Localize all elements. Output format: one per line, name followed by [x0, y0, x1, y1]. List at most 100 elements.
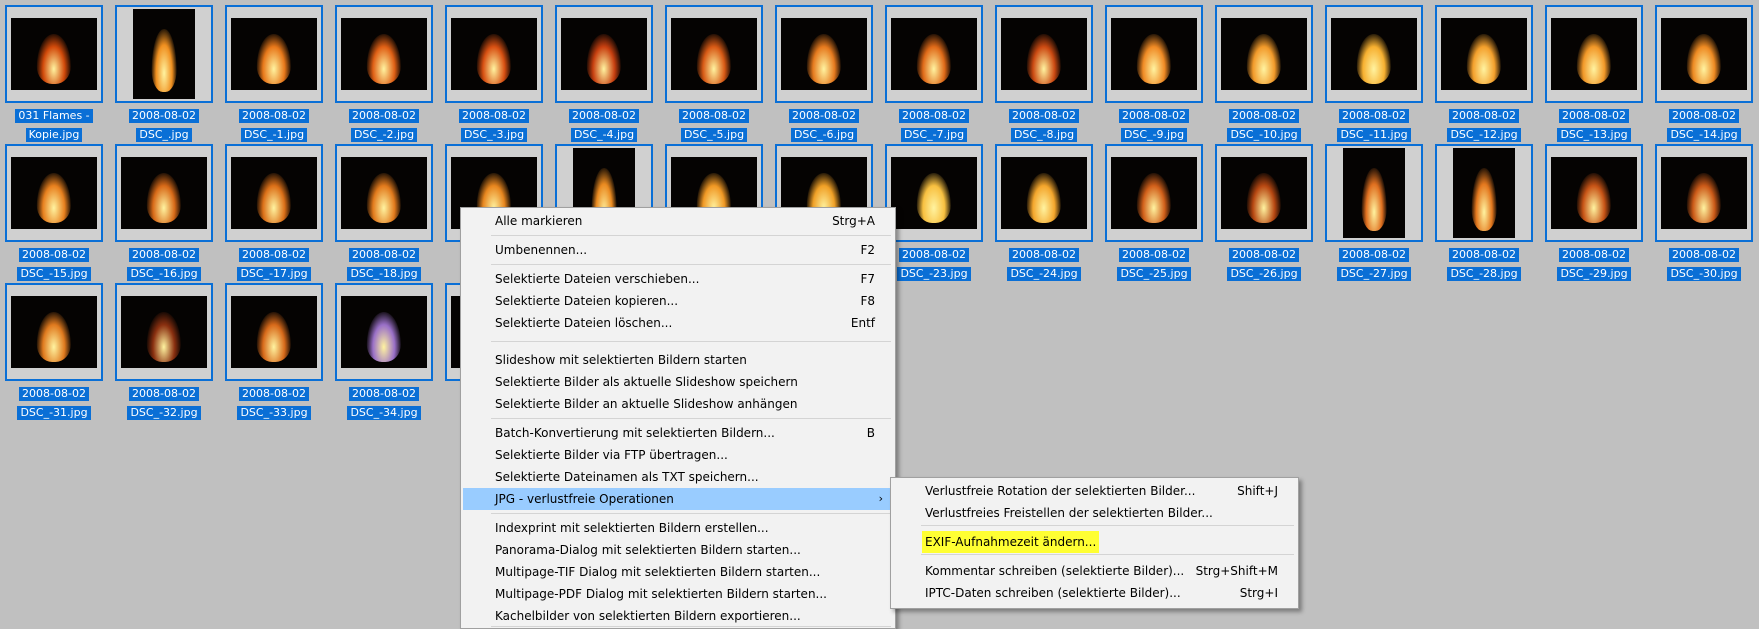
thumbnail-caption: 2008-08-02 DSC_-5.jpg — [663, 104, 765, 142]
menu-item[interactable]: Indexprint mit selektierten Bildern erst… — [463, 517, 893, 539]
thumbnail-caption: 2008-08-02 DSC_-29.jpg — [1543, 243, 1645, 281]
thumbnail[interactable]: 2008-08-02 DSC_-5.jpg — [663, 3, 773, 142]
thumbnail-caption: 2008-08-02 DSC_-25.jpg — [1103, 243, 1205, 281]
menu-item[interactable]: Selektierte Dateien verschieben... F7 — [463, 268, 893, 290]
flame-shape — [256, 33, 292, 85]
thumbnail-caption: 2008-08-02 DSC_-15.jpg — [3, 243, 105, 281]
thumbnail[interactable]: 2008-08-02 DSC_-6.jpg — [773, 3, 883, 142]
flame-shape — [916, 33, 952, 85]
submenu-item-label: Kommentar schreiben (selektierte Bilder)… — [925, 564, 1185, 578]
thumbnail[interactable]: 2008-08-02 DSC_-8.jpg — [993, 3, 1103, 142]
flame-shape — [1686, 172, 1722, 224]
caption-line2: DSC_-11.jpg — [1337, 128, 1411, 142]
caption-line2: DSC_-5.jpg — [680, 128, 748, 142]
menu-item[interactable]: Batch-Konvertierung mit selektierten Bil… — [463, 422, 893, 444]
thumbnail[interactable]: 2008-08-02 DSC_-17.jpg — [223, 142, 333, 281]
thumbnail[interactable]: 2008-08-02 DSC_-11.jpg — [1323, 3, 1433, 142]
menu-item[interactable]: Multipage-PDF Dialog mit selektierten Bi… — [463, 583, 893, 605]
menu-item[interactable]: Selektierte Dateien kopieren... F8 — [463, 290, 893, 312]
menu-item[interactable]: Selektierte Bilder an aktuelle Slideshow… — [463, 393, 893, 415]
thumbnail[interactable]: 2008-08-02 DSC_-25.jpg — [1103, 142, 1213, 281]
thumbnail[interactable]: 2008-08-02 DSC_-7.jpg — [883, 3, 993, 142]
thumbnail[interactable]: 2008-08-02 DSC_-28.jpg — [1433, 142, 1543, 281]
flame-photo — [1661, 18, 1747, 90]
thumbnail[interactable]: 2008-08-02 DSC_-27.jpg — [1323, 142, 1433, 281]
thumbnail[interactable]: 2008-08-02 DSC_-1.jpg — [223, 3, 333, 142]
menu-item-label: Panorama-Dialog mit selektierten Bildern… — [495, 543, 801, 557]
thumbnail[interactable]: 2008-08-02 DSC_-4.jpg — [553, 3, 663, 142]
thumbnail-caption: 2008-08-02 DSC_-3.jpg — [443, 104, 545, 142]
thumbnail[interactable]: 2008-08-02 DSC_-12.jpg — [1433, 3, 1543, 142]
submenu-item[interactable]: Verlustfreies Freistellen der selektiert… — [893, 502, 1296, 524]
thumbnail[interactable]: 2008-08-02 DSC_-34.jpg — [333, 281, 443, 420]
flame-shape — [1356, 33, 1392, 85]
thumbnail[interactable]: 2008-08-02 DSC_-26.jpg — [1213, 142, 1323, 281]
thumbnail[interactable]: 2008-08-02 DSC_-33.jpg — [223, 281, 333, 420]
menu-item[interactable]: Selektierte Dateinamen als TXT speichern… — [463, 466, 893, 488]
flame-shape — [1026, 172, 1062, 224]
thumbnail[interactable]: 031 Flames - Kopie.jpg — [3, 3, 113, 142]
menu-item[interactable]: Kachelbilder von selektierten Bildern ex… — [463, 605, 893, 627]
menu-item[interactable]: Selektierte Bilder als aktuelle Slidesho… — [463, 371, 893, 393]
menu-item[interactable]: JPG - verlustfreie Operationen › — [463, 488, 893, 510]
thumbnail-frame — [5, 5, 103, 103]
menu-item-label: Batch-Konvertierung mit selektierten Bil… — [495, 426, 775, 440]
thumbnail-caption: 2008-08-02 DSC_-18.jpg — [333, 243, 435, 281]
thumbnail[interactable]: 2008-08-02 DSC_-10.jpg — [1213, 3, 1323, 142]
menu-item[interactable]: Umbenennen... F2 — [463, 239, 893, 261]
thumbnail-frame — [775, 5, 873, 103]
flame-shape — [1686, 33, 1722, 85]
flame-shape — [916, 172, 952, 224]
submenu-item[interactable]: Verlustfreie Rotation der selektierten B… — [893, 480, 1296, 502]
submenu-item[interactable]: EXIF-Aufnahmezeit ändern... — [893, 531, 1296, 553]
caption-line1: 2008-08-02 — [1669, 109, 1739, 123]
thumbnail[interactable]: 2008-08-02 DSC_-32.jpg — [113, 281, 223, 420]
flame-photo — [1331, 18, 1417, 90]
flame-shape — [1576, 172, 1612, 224]
menu-item[interactable]: Slideshow mit selektierten Bildern start… — [463, 349, 893, 371]
menu-item[interactable]: Multipage-TIF Dialog mit selektierten Bi… — [463, 561, 893, 583]
submenu-item-shortcut: Shift+J — [1237, 484, 1278, 498]
thumbnail[interactable]: 2008-08-02 DSC_-18.jpg — [333, 142, 443, 281]
thumbnail[interactable]: 2008-08-02 DSC_-13.jpg — [1543, 3, 1653, 142]
menu-item[interactable]: Panorama-Dialog mit selektierten Bildern… — [463, 539, 893, 561]
caption-line1: 2008-08-02 — [129, 109, 199, 123]
menu-item[interactable]: Selektierte Bilder via FTP übertragen... — [463, 444, 893, 466]
thumbnail[interactable]: 2008-08-02 DSC_-3.jpg — [443, 3, 553, 142]
flame-shape — [586, 33, 622, 85]
menu-item[interactable]: Selektierte Dateien löschen... Entf — [463, 312, 893, 334]
thumbnail[interactable]: 2008-08-02 DSC_-24.jpg — [993, 142, 1103, 281]
thumbnail[interactable]: 2008-08-02 DSC_-30.jpg — [1653, 142, 1759, 281]
submenu-item[interactable]: Kommentar schreiben (selektierte Bilder)… — [893, 560, 1296, 582]
thumbnail-caption: 2008-08-02 DSC_-30.jpg — [1653, 243, 1755, 281]
menu-item-shortcut: Strg+A — [832, 214, 875, 228]
flame-photo — [1453, 148, 1515, 238]
caption-line2: Kopie.jpg — [25, 128, 83, 142]
flame-photo — [121, 296, 207, 368]
thumbnail[interactable]: 2008-08-02 DSC_-14.jpg — [1653, 3, 1759, 142]
thumbnail-frame — [1325, 144, 1423, 242]
thumbnail[interactable]: 2008-08-02 DSC_-31.jpg — [3, 281, 113, 420]
submenu-item[interactable]: IPTC-Daten schreiben (selektierte Bilder… — [893, 582, 1296, 604]
caption-line2: DSC_-4.jpg — [570, 128, 638, 142]
caption-line2: DSC_-16.jpg — [127, 267, 201, 281]
thumbnail[interactable]: 2008-08-02 DSC_-9.jpg — [1103, 3, 1213, 142]
menu-item-shortcut: B — [866, 426, 875, 440]
flame-shape — [1026, 33, 1062, 85]
flame-photo — [891, 157, 977, 229]
thumbnail[interactable]: 2008-08-02 DSC_-23.jpg — [883, 142, 993, 281]
thumbnail[interactable]: 2008-08-02 DSC_-2.jpg — [333, 3, 443, 142]
caption-line2: DSC_-34.jpg — [347, 406, 421, 420]
thumbnail-caption: 2008-08-02 DSC_-10.jpg — [1213, 104, 1315, 142]
caption-line1: 2008-08-02 — [679, 109, 749, 123]
menu-item[interactable]: Alle markieren Strg+A — [463, 210, 893, 232]
thumbnail[interactable]: 2008-08-02 DSC_-15.jpg — [3, 142, 113, 281]
flame-shape — [1246, 172, 1282, 224]
thumbnail[interactable]: 2008-08-02 DSC_-29.jpg — [1543, 142, 1653, 281]
flame-photo — [671, 18, 757, 90]
thumbnail[interactable]: 2008-08-02 DSC_.jpg — [113, 3, 223, 142]
caption-line1: 2008-08-02 — [899, 248, 969, 262]
thumbnail[interactable]: 2008-08-02 DSC_-16.jpg — [113, 142, 223, 281]
flame-photo — [781, 18, 867, 90]
submenu-item-label: EXIF-Aufnahmezeit ändern... — [922, 531, 1100, 553]
